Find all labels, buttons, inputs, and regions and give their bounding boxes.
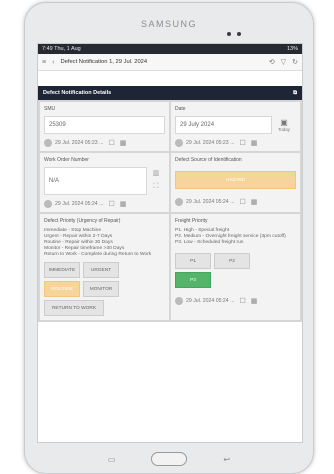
defect-source-label: Defect Source of Identification <box>175 157 242 163</box>
work-order-field: Work Order Number N/A ▥ ⛶ 29 Jul. 2024 0… <box>40 153 169 212</box>
avatar <box>175 139 183 147</box>
page-title: Defect Notification 1, 29 Jul. 2024 <box>60 59 148 65</box>
camera-dot <box>227 32 231 36</box>
recent-apps-icon[interactable]: ▭ <box>108 455 116 464</box>
home-button[interactable] <box>151 452 188 466</box>
freight-priority-label: Freight Priority <box>175 218 208 224</box>
section-title: Defect Notification Details <box>43 90 112 96</box>
date-meta: 29 Jul. 2024 05:23 ... ☐ ▦ <box>175 139 296 147</box>
back-icon[interactable]: ‹ <box>52 59 54 66</box>
p3-button[interactable]: P3 <box>175 272 211 288</box>
comment-icon[interactable]: ☐ <box>239 198 245 206</box>
desc-line: P3. Low - Scheduled freight run <box>175 240 244 245</box>
scan-icon[interactable]: ⛶ <box>147 180 165 193</box>
device-nav-bar: ▭ ↩ <box>25 448 313 470</box>
comment-icon[interactable]: ☐ <box>108 139 114 147</box>
comment-icon[interactable]: ☐ <box>239 139 245 147</box>
status-right: 13% <box>286 46 298 52</box>
attachment-icon[interactable]: ▦ <box>251 198 258 206</box>
date-label: Date <box>175 106 186 112</box>
smu-timestamp: 29 Jul. 2024 05:23 ... <box>55 140 104 146</box>
defect-priority-field: Defect Priority (Urgency of Repair) Imme… <box>40 214 169 320</box>
copy-icon[interactable]: ⧉ <box>293 90 297 97</box>
attachment-icon[interactable]: ▦ <box>251 139 258 147</box>
sensor-dot <box>237 32 241 36</box>
today-label: Today <box>277 127 290 132</box>
work-order-timestamp: 29 Jul. 2024 05:24 ... <box>55 201 104 207</box>
freight-priority-timestamp: 29 Jul. 2024 05:24 ... <box>186 298 235 304</box>
barcode-icon[interactable]: ▥ <box>147 167 165 180</box>
date-input[interactable]: 29 July 2024 <box>175 116 272 134</box>
screen: 7:49 Thu, 1 Aug 13% ≡ ‹ Defect Notificat… <box>37 43 303 443</box>
desc-line: Return to Work - Complete during Return … <box>44 252 152 257</box>
spacer <box>38 71 302 86</box>
urgent-button[interactable]: URGENT <box>83 262 119 278</box>
section-header: Defect Notification Details ⧉ <box>38 86 302 100</box>
work-order-input[interactable]: N/A <box>44 167 147 195</box>
today-button[interactable]: ▣ Today <box>272 118 296 132</box>
defect-priority-description: Immediate - Stop Machine Urgent - Repair… <box>44 228 165 258</box>
freight-priority-description: P1. High - Special freight P2. Medium - … <box>175 228 296 246</box>
p2-button[interactable]: P2 <box>214 253 250 269</box>
status-left: 7:49 Thu, 1 Aug <box>42 46 81 52</box>
comment-icon[interactable]: ☐ <box>239 297 245 305</box>
hazard-button[interactable]: HAZARD <box>175 171 296 189</box>
return-to-work-button[interactable]: RETURN TO WORK <box>44 300 104 316</box>
smu-input[interactable]: 25309 <box>44 116 165 134</box>
calendar-icon: ▣ <box>280 118 288 127</box>
back-nav-icon[interactable]: ↩ <box>223 455 230 464</box>
status-bar: 7:49 Thu, 1 Aug 13% <box>38 44 302 54</box>
avatar <box>44 200 52 208</box>
defect-priority-label: Defect Priority (Urgency of Repair) <box>44 218 121 224</box>
avatar <box>44 139 52 147</box>
attachment-icon[interactable]: ▦ <box>120 139 127 147</box>
p1-button[interactable]: P1 <box>175 253 211 269</box>
form-grid: SMU 25309 29 Jul. 2024 05:23 ... ☐ ▦ Dat… <box>38 100 302 322</box>
app-bar: ≡ ‹ Defect Notification 1, 29 Jul. 2024 … <box>38 54 302 71</box>
smu-meta: 29 Jul. 2024 05:23 ... ☐ ▦ <box>44 139 165 147</box>
defect-source-field: Defect Source of Identification HAZARD 2… <box>171 153 300 212</box>
smu-label: SMU <box>44 106 56 112</box>
filter-icon[interactable]: ▽ <box>281 58 286 66</box>
attachment-icon[interactable]: ▦ <box>120 200 127 208</box>
attachment-icon[interactable]: ▦ <box>251 297 258 305</box>
history-icon[interactable]: ⟲ <box>269 58 275 66</box>
menu-icon[interactable]: ≡ <box>42 59 46 66</box>
comment-icon[interactable]: ☐ <box>108 200 114 208</box>
avatar <box>175 297 183 305</box>
immediate-button[interactable]: IMMEDIATE <box>44 262 80 278</box>
tablet-device: SAMSUNG 7:49 Thu, 1 Aug 13% ≡ ‹ Defect N… <box>24 2 314 474</box>
date-field: Date 29 July 2024 ▣ Today 29 Jul. 2024 0… <box>171 102 300 151</box>
monitor-button[interactable]: MONITOR <box>83 281 119 297</box>
defect-source-timestamp: 29 Jul. 2024 05:24 ... <box>186 199 235 205</box>
refresh-icon[interactable]: ↻ <box>292 58 298 66</box>
defect-source-meta: 29 Jul. 2024 05:24 ... ☐ ▦ <box>175 198 296 206</box>
work-order-label: Work Order Number <box>44 157 89 163</box>
work-order-meta: 29 Jul. 2024 05:24 ... ☐ ▦ <box>44 200 165 208</box>
routine-button[interactable]: ROUTINE <box>44 281 80 297</box>
device-brand: SAMSUNG <box>140 19 197 29</box>
avatar <box>175 198 183 206</box>
freight-priority-meta: 29 Jul. 2024 05:24 ... ☐ ▦ <box>175 297 296 305</box>
date-timestamp: 29 Jul. 2024 05:23 ... <box>186 140 235 146</box>
freight-priority-field: Freight Priority P1. High - Special frei… <box>171 214 300 320</box>
smu-field: SMU 25309 29 Jul. 2024 05:23 ... ☐ ▦ <box>40 102 169 151</box>
